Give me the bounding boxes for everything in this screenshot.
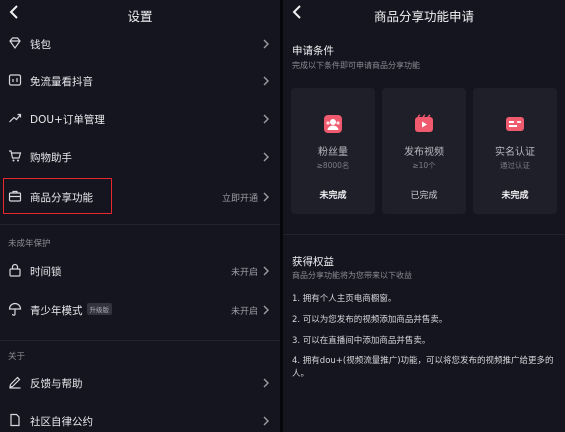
chevron-right-icon <box>263 114 269 124</box>
condition-status: 未完成 <box>319 191 347 201</box>
chevron-right-icon <box>263 378 269 388</box>
settings-item-community-rules[interactable]: 社区自律公约 <box>0 403 280 432</box>
chevron-right-icon <box>263 76 269 86</box>
condition-card-real-name[interactable]: 实名认证 通过认证 未完成 <box>473 88 557 214</box>
condition-name: 粉丝量 <box>318 147 348 158</box>
conditions-heading: 申请条件 <box>292 45 334 57</box>
conditions-subtitle: 完成以下条件即可申请商品分享功能 <box>292 61 420 70</box>
product-sharing-panel: 商品分享功能申请 申请条件 完成以下条件即可申请商品分享功能 粉丝量 ≥8000… <box>283 0 565 432</box>
time-lock-status: 未开启 <box>230 268 258 278</box>
settings-item-time-lock[interactable]: 时间锁 未开启 <box>0 253 280 289</box>
upgrade-badge: 升级版 <box>86 303 112 315</box>
document-icon <box>10 413 20 427</box>
youth-mode-label: 青少年模式 <box>30 305 83 317</box>
settings-header: 设置 <box>0 0 280 28</box>
chevron-right-icon <box>263 266 269 276</box>
condition-requirement: ≥8000名 <box>316 161 350 170</box>
condition-requirement: 通过认证 <box>500 161 530 170</box>
condition-status: 已完成 <box>410 191 438 201</box>
settings-item-wallet[interactable]: 钱包 <box>0 26 280 62</box>
activate-now-link[interactable]: 立即开通 <box>222 191 258 204</box>
benefit-item: 4. 拥有dou+(视频流量推广)功能，可以将您发布的视频推广给更多的人。 <box>292 356 554 379</box>
settings-item-label: 购物助手 <box>30 152 72 164</box>
benefits-subtitle: 商品分享功能将为您带来以下收益 <box>292 271 412 280</box>
condition-card-fans[interactable]: 粉丝量 ≥8000名 未完成 <box>291 88 375 214</box>
condition-name: 实名认证 <box>495 147 535 158</box>
video-icon <box>415 114 433 132</box>
settings-panel: 设置 钱包 免流量看抖音 DOU+订单管理 购物助手 商品分享功能 立即开通 未… <box>0 0 280 432</box>
condition-card-videos[interactable]: 发布视频 ≥10个 已完成 <box>382 88 466 214</box>
trend-icon <box>9 113 22 123</box>
umbrella-icon <box>8 302 22 316</box>
benefit-item: 2. 可以为您发布的视频添加商品并售卖。 <box>292 315 448 325</box>
section-about: 关于 <box>8 352 26 362</box>
benefits-heading: 获得权益 <box>292 256 334 268</box>
settings-item-youth-mode[interactable]: 青少年模式 升级版 未开启 <box>0 292 280 328</box>
benefit-item: 1. 拥有个人主页电商橱窗。 <box>292 294 397 304</box>
condition-status: 未完成 <box>501 191 529 201</box>
settings-item-dou-orders[interactable]: DOU+订单管理 <box>0 101 280 137</box>
data-card-icon <box>8 74 22 86</box>
application-title: 商品分享功能申请 <box>373 9 474 24</box>
settings-item-feedback[interactable]: 反馈与帮助 <box>0 365 280 401</box>
condition-requirement: ≥10个 <box>412 161 436 170</box>
chevron-right-icon <box>263 416 269 426</box>
section-youth-protection: 未成年保护 <box>8 239 51 249</box>
fans-icon <box>324 115 342 133</box>
highlight-box <box>3 178 112 214</box>
section-divider <box>0 340 280 341</box>
settings-item-label: 社区自律公约 <box>30 416 93 428</box>
settings-title: 设置 <box>127 9 153 24</box>
settings-item-label: 钱包 <box>30 39 51 51</box>
settings-item-free-data[interactable]: 免流量看抖音 <box>0 63 280 99</box>
section-divider <box>283 234 565 235</box>
youth-mode-status: 未开启 <box>230 307 258 317</box>
settings-item-label: 青少年模式 升级版 <box>30 303 112 318</box>
id-card-icon <box>506 117 524 131</box>
settings-item-shopping-assistant[interactable]: 购物助手 <box>0 139 280 175</box>
application-header: 商品分享功能申请 <box>283 0 565 28</box>
chevron-right-icon <box>263 152 269 162</box>
chevron-right-icon <box>263 39 269 49</box>
chevron-right-icon <box>263 192 269 202</box>
settings-item-label: 反馈与帮助 <box>30 378 83 390</box>
condition-name: 发布视频 <box>404 147 444 158</box>
settings-item-label: 时间锁 <box>30 266 62 278</box>
lock-icon <box>9 263 21 277</box>
settings-item-label: DOU+订单管理 <box>30 114 105 126</box>
chevron-right-icon <box>263 305 269 315</box>
diamond-icon <box>9 37 21 50</box>
benefit-item: 3. 可以在直播间中添加商品并售卖。 <box>292 336 431 346</box>
edit-icon <box>9 376 21 389</box>
cart-icon <box>9 150 22 162</box>
section-divider <box>0 224 280 225</box>
settings-item-label: 免流量看抖音 <box>30 76 93 88</box>
